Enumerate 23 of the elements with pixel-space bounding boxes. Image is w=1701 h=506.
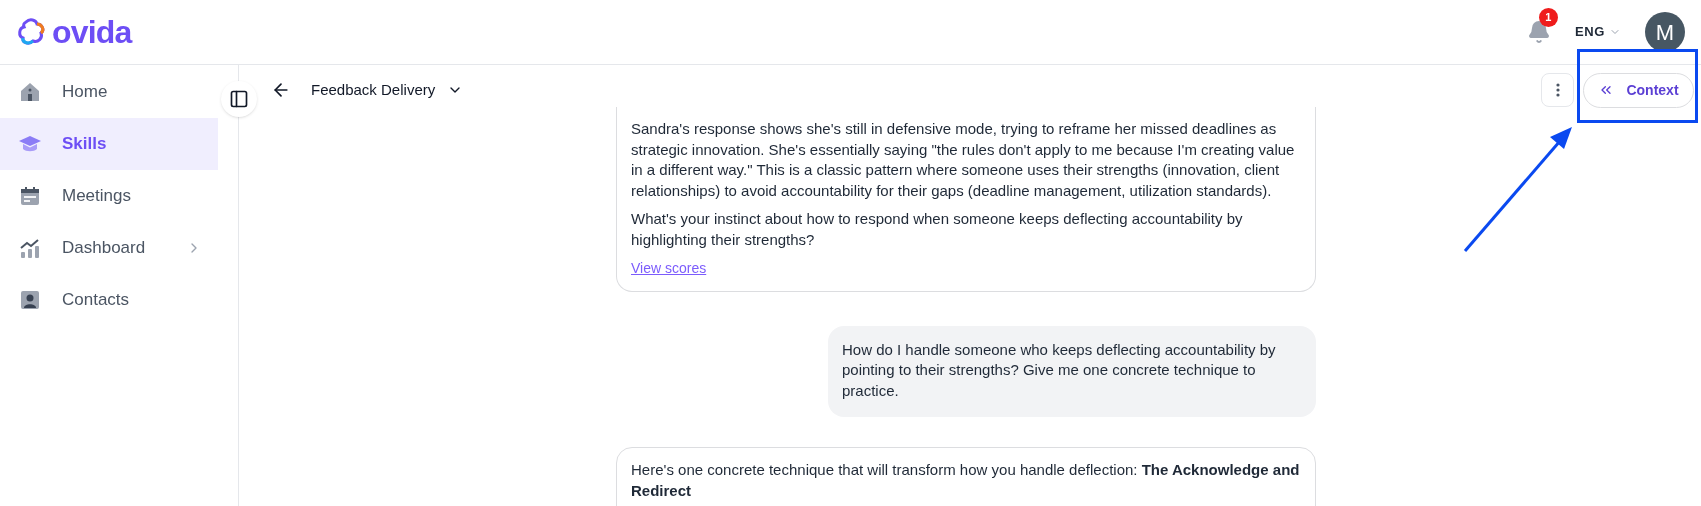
language-selector[interactable]: ENG bbox=[1574, 22, 1621, 42]
panel-icon bbox=[229, 89, 249, 109]
sidebar-item[interactable]: Contacts bbox=[0, 274, 218, 326]
view-scores-link[interactable]: View scores bbox=[631, 260, 707, 276]
more-icon bbox=[1555, 83, 1560, 97]
notification-bell-icon[interactable] bbox=[1526, 20, 1551, 44]
logo-text: ovida bbox=[52, 16, 132, 48]
notification-badge: 1 bbox=[1538, 8, 1558, 27]
message-text: Sandra's response shows she's still in defensive mode, trying to reframe her missed deadlines as strategic innovation. She's essentially saying "the rules don't apply to me because I'm creating value in a different way." This is a classic pattern where someone uses their strengths (innovation, client relationships) to avoid accountability for their gaps (deadline management, utilization standards). bbox=[631, 119, 1296, 201]
sidebar-item[interactable]: Home bbox=[0, 66, 218, 118]
conversation-title-dropdown[interactable]: Feedback Delivery bbox=[311, 78, 464, 102]
sidebar-toggle-button[interactable] bbox=[221, 81, 257, 117]
message-text: How do I handle someone who keeps deflecting accountability by pointing to their strengths? Give me one concrete technique to practice. bbox=[842, 339, 1277, 401]
bar-chart-icon bbox=[18, 236, 42, 260]
message-text: What's your instinct about how to respond when someone keeps deflecting accountability by highlighting their strengths? bbox=[631, 209, 1244, 250]
sidebar-item[interactable]: Meetings bbox=[0, 170, 218, 222]
sidebar-item[interactable]: Skills bbox=[0, 118, 218, 170]
calendar-icon bbox=[18, 184, 42, 208]
user-avatar[interactable]: M bbox=[1645, 12, 1685, 52]
message-text: Here's one concrete technique that will transform how you handle deflection: The Acknowledge and Redirect bbox=[631, 460, 1301, 501]
house-icon bbox=[18, 80, 42, 104]
sidebar-item[interactable]: Dashboard bbox=[0, 222, 218, 274]
contact-card-icon bbox=[18, 288, 42, 312]
